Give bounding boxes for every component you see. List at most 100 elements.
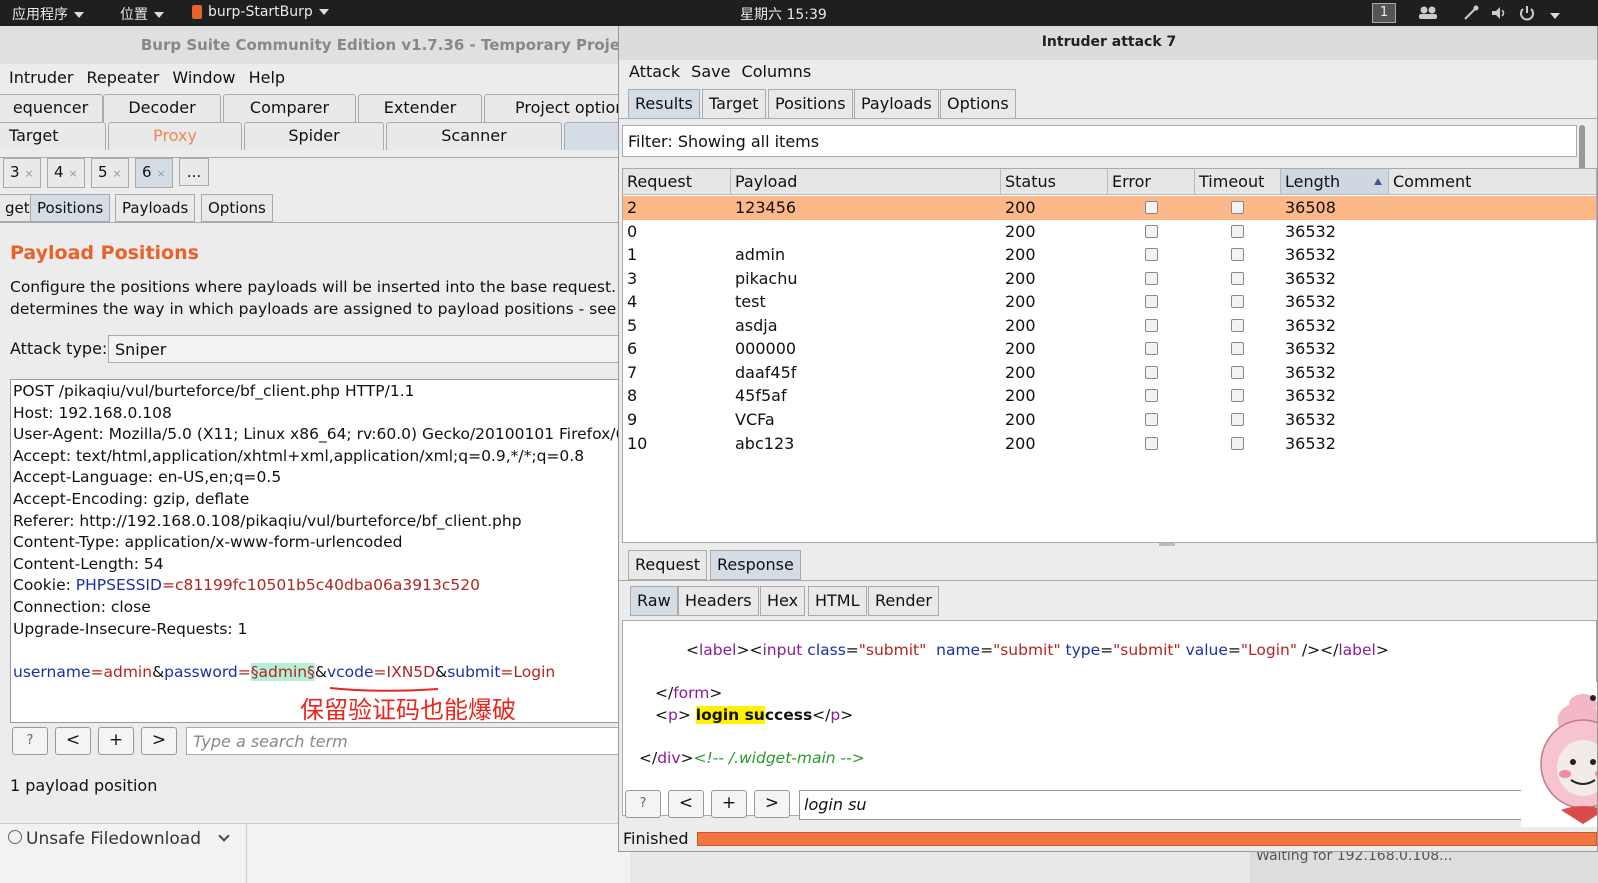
search-input[interactable]: Type a search term — [186, 727, 630, 755]
response-search-input[interactable]: login su — [799, 790, 1589, 820]
error-checkbox[interactable] — [1145, 389, 1158, 403]
system-menu-caret[interactable] — [1544, 8, 1560, 24]
column-header-comment[interactable]: Comment — [1389, 169, 1596, 195]
menu-help[interactable]: Help — [249, 68, 285, 87]
request-tab-new[interactable]: ... — [179, 158, 209, 186]
column-header-payload[interactable]: Payload — [731, 169, 1001, 195]
error-checkbox[interactable] — [1145, 318, 1158, 332]
table-row[interactable]: 9 VCFa 200 36532 — [623, 408, 1596, 432]
table-row[interactable]: 0 200 36532 — [623, 220, 1596, 244]
error-checkbox[interactable] — [1145, 248, 1158, 262]
column-header-status[interactable]: Status — [1001, 169, 1108, 195]
clock[interactable]: 星期六 15:39 — [740, 4, 827, 24]
request-tab-5[interactable]: 5 × — [91, 158, 129, 188]
request-editor[interactable]: POST /pikaqiu/vul/burteforce/bf_client.p… — [10, 379, 630, 723]
tab-payloads[interactable]: Payloads — [854, 89, 939, 119]
prev-button[interactable]: < — [668, 790, 704, 818]
request-tab-4[interactable]: 4 × — [47, 158, 85, 188]
column-header-error[interactable]: Error — [1108, 169, 1195, 195]
tab-response[interactable]: Response — [710, 550, 801, 580]
subtab-payloads[interactable]: Payloads — [115, 194, 196, 222]
tab-project-options[interactable]: Project option — [484, 94, 630, 122]
power-icon[interactable] — [1518, 4, 1536, 22]
help-button[interactable]: ? — [12, 727, 48, 755]
tab-target[interactable]: Target — [702, 89, 766, 119]
menu-save[interactable]: Save — [691, 62, 730, 81]
next-button[interactable]: > — [754, 790, 790, 818]
error-checkbox[interactable] — [1145, 224, 1158, 238]
menu-intruder[interactable]: Intruder — [9, 68, 73, 87]
tab-request[interactable]: Request — [628, 550, 707, 580]
prev-button[interactable]: < — [55, 727, 91, 755]
view-tab-hex[interactable]: Hex — [760, 586, 806, 616]
active-app-menu[interactable]: burp-StartBurp — [192, 4, 329, 20]
table-row[interactable]: 1 admin 200 36532 — [623, 243, 1596, 267]
menu-columns[interactable]: Columns — [742, 62, 812, 81]
volume-icon[interactable] — [1490, 4, 1508, 22]
split-handle[interactable] — [1159, 543, 1175, 546]
response-viewer[interactable]: <label><input class="submit" name="submi… — [622, 620, 1597, 816]
add-button[interactable]: + — [711, 790, 747, 818]
tab-target[interactable]: Target — [0, 122, 106, 150]
error-checkbox[interactable] — [1145, 271, 1158, 285]
error-checkbox[interactable] — [1145, 365, 1158, 379]
timeout-checkbox[interactable] — [1231, 224, 1244, 238]
attack-type-select[interactable]: Sniper — [108, 335, 630, 363]
applications-menu[interactable]: 应用程序 — [12, 4, 84, 24]
table-row[interactable]: 6 000000 200 36532 — [623, 337, 1596, 361]
view-tab-render[interactable]: Render — [868, 586, 939, 616]
tab-scanner[interactable]: Scanner — [386, 122, 562, 150]
column-header-timeout[interactable]: Timeout — [1195, 169, 1281, 195]
column-header-request[interactable]: Request — [623, 169, 731, 195]
network-icon[interactable] — [1462, 4, 1480, 22]
menu-window[interactable]: Window — [172, 68, 235, 87]
tab-positions[interactable]: Positions — [768, 89, 853, 119]
help-button[interactable]: ? — [625, 790, 661, 818]
tab-sequencer[interactable]: equencer — [0, 94, 103, 122]
error-checkbox[interactable] — [1145, 342, 1158, 356]
timeout-checkbox[interactable] — [1231, 201, 1244, 214]
timeout-checkbox[interactable] — [1231, 412, 1244, 426]
timeout-checkbox[interactable] — [1231, 365, 1244, 379]
timeout-checkbox[interactable] — [1231, 389, 1244, 403]
tab-options[interactable]: Options — [940, 89, 1016, 119]
timeout-checkbox[interactable] — [1231, 436, 1244, 450]
tab-results[interactable]: Results — [628, 89, 700, 119]
menu-repeater[interactable]: Repeater — [87, 68, 160, 87]
column-header-length[interactable]: Length — [1281, 169, 1389, 195]
users-icon[interactable] — [1418, 5, 1438, 19]
tab-comparer[interactable]: Comparer — [223, 94, 356, 122]
table-row[interactable]: 3 pikachu 200 36532 — [623, 267, 1596, 291]
filter-bar[interactable]: Filter: Showing all items — [622, 125, 1577, 157]
request-tab-6[interactable]: 6 × — [135, 158, 173, 188]
chevron-down-icon[interactable] — [218, 830, 231, 842]
timeout-checkbox[interactable] — [1231, 342, 1244, 356]
view-tab-html[interactable]: HTML — [808, 586, 867, 616]
tab-proxy[interactable]: Proxy — [108, 122, 242, 150]
tab-extender[interactable]: Extender — [358, 94, 482, 122]
error-checkbox[interactable] — [1145, 436, 1158, 450]
table-row[interactable]: 10 abc123 200 36532 — [623, 432, 1596, 456]
places-menu[interactable]: 位置 — [120, 4, 164, 24]
request-tab-3[interactable]: 3 × — [3, 158, 41, 188]
table-row[interactable]: 5 asdja 200 36532 — [623, 314, 1596, 338]
tab-decoder[interactable]: Decoder — [103, 94, 221, 122]
next-button[interactable]: > — [141, 727, 177, 755]
table-row[interactable]: 2 123456 200 36508 — [623, 196, 1596, 220]
timeout-checkbox[interactable] — [1231, 318, 1244, 332]
timeout-checkbox[interactable] — [1231, 248, 1244, 262]
error-checkbox[interactable] — [1145, 412, 1158, 426]
error-checkbox[interactable] — [1145, 295, 1158, 309]
error-checkbox[interactable] — [1145, 201, 1158, 214]
table-row[interactable]: 8 45f5af 200 36532 — [623, 384, 1596, 408]
subtab-options[interactable]: Options — [201, 194, 273, 222]
subtab-positions[interactable]: Positions — [30, 194, 111, 222]
view-tab-raw[interactable]: Raw — [630, 586, 678, 616]
add-button[interactable]: + — [98, 727, 134, 755]
table-row[interactable]: 7 daaf45f 200 36532 — [623, 361, 1596, 385]
view-tab-headers[interactable]: Headers — [678, 586, 759, 616]
table-row[interactable]: 4 test 200 36532 — [623, 290, 1596, 314]
unsafe-filedownload-button[interactable]: Unsafe Filedownload — [0, 826, 246, 856]
menu-attack[interactable]: Attack — [629, 62, 680, 81]
tab-spider[interactable]: Spider — [244, 122, 384, 150]
